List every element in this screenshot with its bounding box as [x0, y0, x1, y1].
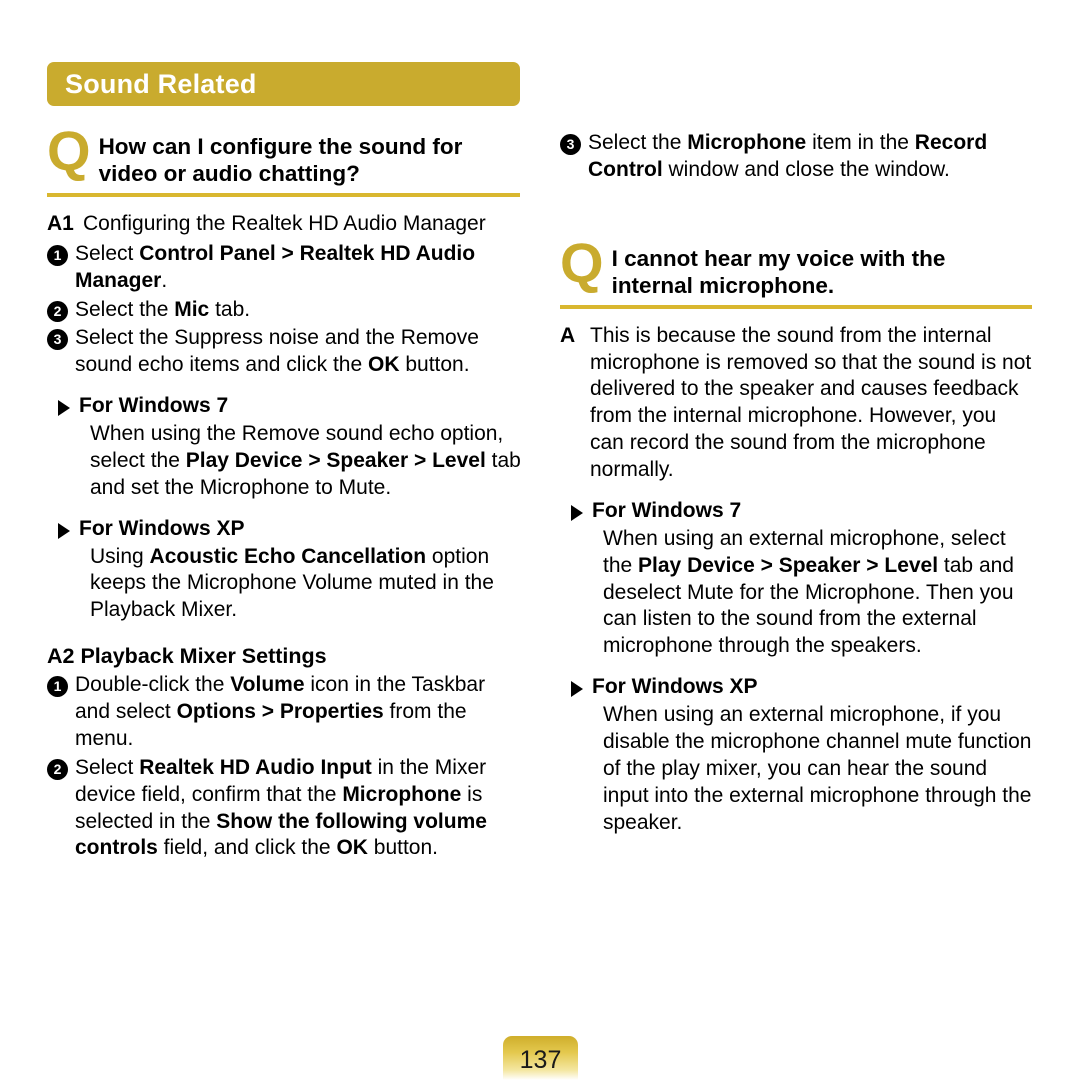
- section-header-bar: Sound Related: [47, 62, 520, 106]
- list-item: 1 Select Control Panel > Realtek HD Audi…: [47, 241, 522, 295]
- step-number-badge: 1: [47, 676, 68, 698]
- page-number: 137: [519, 1046, 562, 1074]
- subheading-body-windows-7: When using an external microphone, selec…: [603, 526, 1014, 658]
- document-page: Sound Related Q How can I configure the …: [0, 0, 1080, 1080]
- subheading-body-windows-xp: Using Acoustic Echo Cancellation option …: [90, 544, 494, 622]
- question-divider-left: [47, 192, 520, 197]
- question-divider-right: [560, 304, 1032, 309]
- subheading-windows-7: For Windows 7: [47, 393, 522, 420]
- answer-row: A This is because the sound from the int…: [560, 323, 1032, 484]
- subheading-windows-xp: For Windows XP: [47, 516, 522, 543]
- step-number-badge: 2: [47, 758, 68, 780]
- subheading-windows-xp: For Windows XP: [560, 674, 1032, 701]
- question-block-right: Q I cannot hear my voice with the intern…: [560, 230, 1032, 300]
- list-item: 1 Double-click the Volume icon in the Ta…: [47, 672, 522, 753]
- step-text: Select the Mic tab.: [75, 297, 251, 321]
- list-item: 3 Select the Microphone item in the Reco…: [560, 130, 1032, 184]
- question-marker-icon: Q: [560, 230, 604, 294]
- question-line-2: video or audio chatting?: [98, 161, 360, 187]
- triangle-right-icon: [571, 504, 583, 521]
- question-line-1: How can I configure the sound for: [98, 134, 463, 159]
- answer-1-row: A1 Configuring the Realtek HD Audio Mana…: [47, 211, 522, 238]
- step-text: Select Realtek HD Audio Input in the Mix…: [75, 755, 487, 860]
- list-item: 3 Select the Suppress noise and the Remo…: [47, 325, 522, 379]
- answer-text: This is because the sound from the inter…: [590, 323, 1032, 481]
- question-block-left: Q How can I configure the sound for vide…: [47, 119, 522, 188]
- step-text: Select the Suppress noise and the Remove…: [75, 326, 479, 377]
- triangle-right-icon: [58, 400, 70, 417]
- page-number-badge: 137: [503, 1036, 578, 1080]
- step-number-badge: 3: [560, 134, 581, 155]
- question-text-left: How can I configure the sound for video …: [99, 130, 463, 188]
- step-text: Select Control Panel > Realtek HD Audio …: [75, 241, 476, 292]
- subheading-body-windows-xp: When using an external microphone, if yo…: [603, 703, 1032, 834]
- list-item: 2 Select the Mic tab.: [47, 297, 522, 324]
- step-number-badge: 2: [47, 300, 68, 322]
- subheading-label: For Windows XP: [79, 516, 245, 540]
- question-text-right: I cannot hear my voice with the internal…: [612, 242, 946, 300]
- section-title: Sound Related: [65, 68, 257, 99]
- subheading-label: For Windows XP: [592, 675, 758, 699]
- answer-1-label: A1: [47, 211, 74, 235]
- question-marker-icon: Q: [47, 119, 91, 182]
- left-column: Q How can I configure the sound for vide…: [47, 119, 522, 864]
- triangle-right-icon: [571, 681, 583, 698]
- step-text: Double-click the Volume icon in the Task…: [75, 673, 486, 750]
- step-text: Select the Microphone item in the Record…: [588, 131, 988, 181]
- subheading-label: For Windows 7: [592, 498, 742, 522]
- question-line-2: internal microphone.: [611, 273, 835, 299]
- answer-1-text: Configuring the Realtek HD Audio Manager: [83, 211, 486, 235]
- subheading-body-windows-7: When using the Remove sound echo option,…: [90, 422, 521, 499]
- answer-label: A: [560, 323, 576, 347]
- subheading-label: For Windows 7: [79, 394, 229, 418]
- subheading-windows-7: For Windows 7: [560, 498, 1032, 525]
- question-line-1: I cannot hear my voice with the: [611, 245, 946, 271]
- triangle-right-icon: [58, 522, 70, 539]
- list-item: 2 Select Realtek HD Audio Input in the M…: [47, 755, 522, 863]
- answer-2-heading: A2 Playback Mixer Settings: [47, 644, 327, 669]
- step-number-badge: 1: [47, 244, 68, 266]
- right-column: 3 Select the Microphone item in the Reco…: [560, 130, 1032, 846]
- step-number-badge: 3: [47, 329, 68, 351]
